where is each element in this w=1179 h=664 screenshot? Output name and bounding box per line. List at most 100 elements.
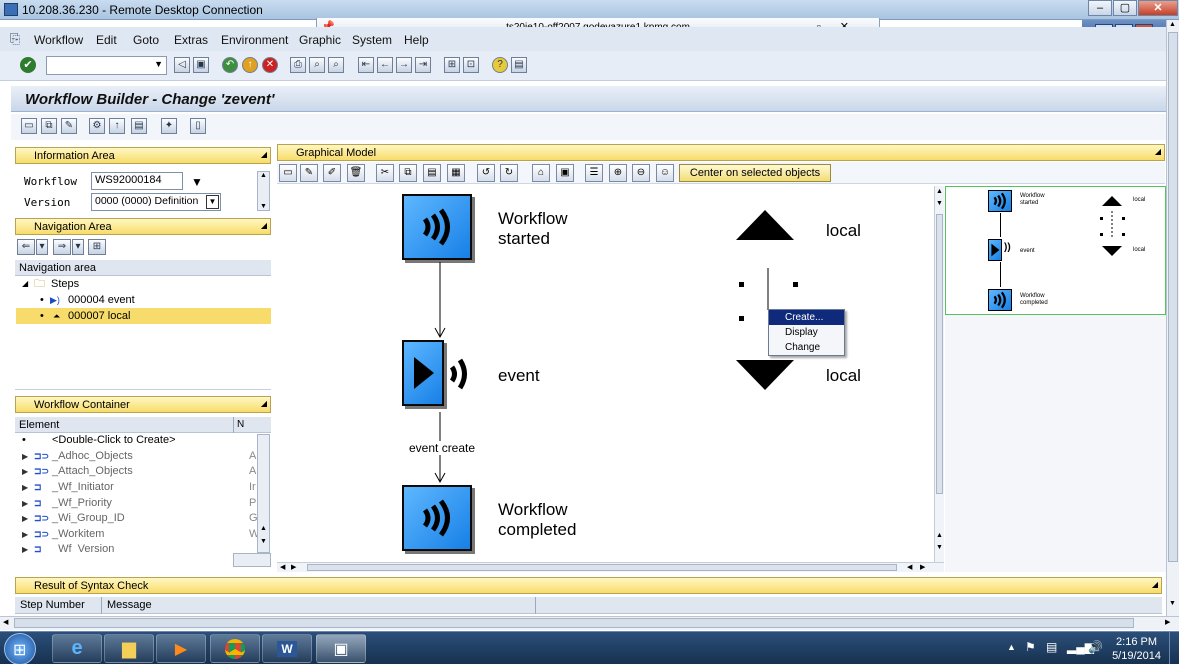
expand-icon[interactable]: ▶ (22, 511, 28, 526)
container-row[interactable]: ▶ ⊐⊃ _Attach_Objects A (16, 464, 256, 479)
save-icon[interactable]: ▣ (193, 57, 209, 73)
center-on-selected-button[interactable]: Center on selected objects (679, 164, 831, 182)
menu-help[interactable]: Help (404, 33, 429, 47)
event-node[interactable] (402, 340, 444, 406)
scroll-left-icon[interactable]: ◀ (907, 563, 912, 571)
container-row[interactable]: ▶ ⊐⊃ _Workitem W (16, 527, 259, 542)
scroll-left-icon[interactable]: ◀ (3, 618, 8, 626)
scroll-up-icon[interactable]: ▲ (1169, 21, 1176, 28)
taskbar-chrome[interactable] (210, 634, 260, 663)
graphical-model-header[interactable]: Graphical Model ◢ (277, 144, 1165, 161)
menu-graphic[interactable]: Graphic (299, 33, 341, 47)
window-horizontal-scrollbar[interactable]: ◀ ▶ (0, 616, 1179, 630)
nav-forward-icon[interactable]: ⇒ (53, 239, 71, 255)
tree-node-steps[interactable]: ◢ 🗀 Steps (16, 276, 271, 292)
menu-extras[interactable]: Extras (174, 33, 208, 47)
scroll-up-icon[interactable]: ▲ (936, 188, 943, 195)
workflow-field[interactable]: WS92000184 (91, 172, 183, 190)
close-button[interactable]: ✕ (1138, 0, 1178, 16)
copy-icon[interactable]: ⧉ (399, 164, 417, 182)
cancel-icon[interactable]: ✕ (262, 57, 278, 73)
expand-icon[interactable]: ▶ (22, 464, 28, 479)
scroll-thumb[interactable] (307, 564, 897, 571)
collapse-icon[interactable]: ◢ (261, 221, 267, 230)
menu-item-create[interactable]: Create... (769, 310, 844, 325)
information-area-header[interactable]: Information Area ◢ (15, 147, 271, 164)
navigation-area-header[interactable]: Navigation Area ◢ (15, 218, 271, 235)
back-icon[interactable]: ↶ (222, 57, 238, 73)
container-row[interactable]: ▶⊐ _Wf_Version D (16, 542, 246, 553)
scroll-down-icon[interactable]: ▼ (936, 544, 943, 551)
container-row[interactable]: ▶ ⊐⊃ _Wi_Group_ID G (16, 511, 258, 526)
scroll-up-icon[interactable]: ▲ (260, 525, 267, 532)
expand-icon[interactable]: ◢ (22, 276, 28, 292)
expand-icon[interactable]: ▶ (22, 480, 28, 495)
container-row[interactable]: ▶ ⊐⊃ _Adhoc_Objects A (16, 449, 256, 464)
column-message[interactable]: Message (107, 599, 152, 611)
taskbar-explorer[interactable]: ▆ (104, 634, 154, 663)
tree-node-local[interactable]: • ⏶ 000007 local (16, 308, 271, 324)
help-icon[interactable]: ? (492, 57, 508, 73)
back-triangle-icon[interactable]: ◁ (174, 57, 190, 73)
edit-icon[interactable]: ✎ (300, 164, 318, 182)
menu-item-display[interactable]: Display (769, 325, 844, 340)
cut-icon[interactable]: ✂ (376, 164, 394, 182)
command-field[interactable]: ▼ (46, 56, 167, 75)
nav-overview-icon[interactable]: ⊞ (88, 239, 106, 255)
menu-edit[interactable]: Edit (96, 33, 117, 47)
find-next-icon[interactable]: ⌕ (328, 57, 344, 73)
workflow-dropdown-icon[interactable]: ▼ (191, 175, 203, 189)
zoom-out-icon[interactable]: ⊖ (632, 164, 650, 182)
first-page-icon[interactable]: ⇤ (358, 57, 374, 73)
zoom-in-icon[interactable]: ⊕ (609, 164, 627, 182)
user-icon[interactable]: ☺ (656, 164, 674, 182)
window-vertical-scrollbar[interactable]: ▲ ▼ (1166, 20, 1179, 616)
version-field[interactable]: 0000 (0000) Definition ▼ (91, 193, 221, 211)
scroll-thumb[interactable] (14, 618, 1134, 628)
menu-environment[interactable]: Environment (221, 33, 288, 47)
menu-workflow[interactable]: Workflow (34, 33, 83, 47)
syntax-check-header[interactable]: Result of Syntax Check ◢ (15, 577, 1162, 594)
scroll-down-icon[interactable]: ▼ (260, 203, 267, 210)
overview-window[interactable]: Workflow started )) event Workflow compl… (945, 186, 1166, 315)
create-session-icon[interactable]: ⊞ (444, 57, 460, 73)
create-element-row[interactable]: • <Double-Click to Create> (16, 433, 246, 448)
device-icon[interactable]: ▤ (1046, 640, 1057, 654)
align-icon[interactable]: ☰ (585, 164, 603, 182)
print-icon[interactable]: ⎙ (290, 57, 306, 73)
find-icon[interactable]: ⌕ (309, 57, 325, 73)
expand-icon[interactable]: ▶ (22, 542, 28, 553)
next-page-icon[interactable]: → (396, 57, 412, 73)
workflow-started-node[interactable] (402, 194, 472, 260)
taskbar-clock[interactable]: 2:16 PM 5/19/2014 (1112, 635, 1161, 663)
taskbar-media-player[interactable]: ▶ (156, 634, 206, 663)
container-row[interactable]: ▶ ⊐ _Wf_Priority P (16, 496, 256, 511)
check-icon[interactable]: ✎ (61, 118, 77, 134)
scroll-thumb[interactable] (1168, 32, 1178, 562)
collapse-icon[interactable]: ◢ (261, 399, 267, 408)
scroll-up-icon[interactable]: ▲ (936, 532, 943, 539)
column-step-number[interactable]: Step Number (20, 599, 85, 611)
scroll-right-icon[interactable]: ▶ (1165, 618, 1170, 626)
other-workflow-icon[interactable]: ⧉ (41, 118, 57, 134)
new-step-icon[interactable]: ▭ (279, 164, 297, 182)
start-button[interactable]: ⊞ (4, 633, 36, 664)
taskbar-remote-desktop[interactable]: ▣ (316, 634, 366, 663)
shortcut-icon[interactable]: ⊡ (463, 57, 479, 73)
scroll-right-icon[interactable]: ▶ (920, 563, 925, 571)
tree-node-event[interactable]: • ▶) 000004 event (16, 292, 271, 308)
scroll-down-icon[interactable]: ▼ (1169, 600, 1176, 607)
layout-menu-icon[interactable]: ▤ (511, 57, 527, 73)
scroll-left-icon[interactable]: ◀ (280, 563, 285, 571)
taskbar-ie[interactable]: e (52, 634, 102, 663)
volume-icon[interactable]: 🔊 (1088, 640, 1103, 654)
scroll-up-icon[interactable]: ▲ (260, 172, 267, 179)
paste-block-icon[interactable]: ▦ (447, 164, 465, 182)
scroll-thumb[interactable] (936, 214, 943, 494)
sap-menu-icon[interactable]: ⎘ (10, 31, 20, 47)
show-desktop-button[interactable] (1169, 632, 1179, 664)
chevron-down-icon[interactable]: ▼ (154, 59, 163, 69)
local-start-triangle-icon[interactable] (734, 208, 796, 244)
previous-page-icon[interactable]: ← (377, 57, 393, 73)
container-scrollbar[interactable]: ▲ ▼ (257, 434, 270, 553)
